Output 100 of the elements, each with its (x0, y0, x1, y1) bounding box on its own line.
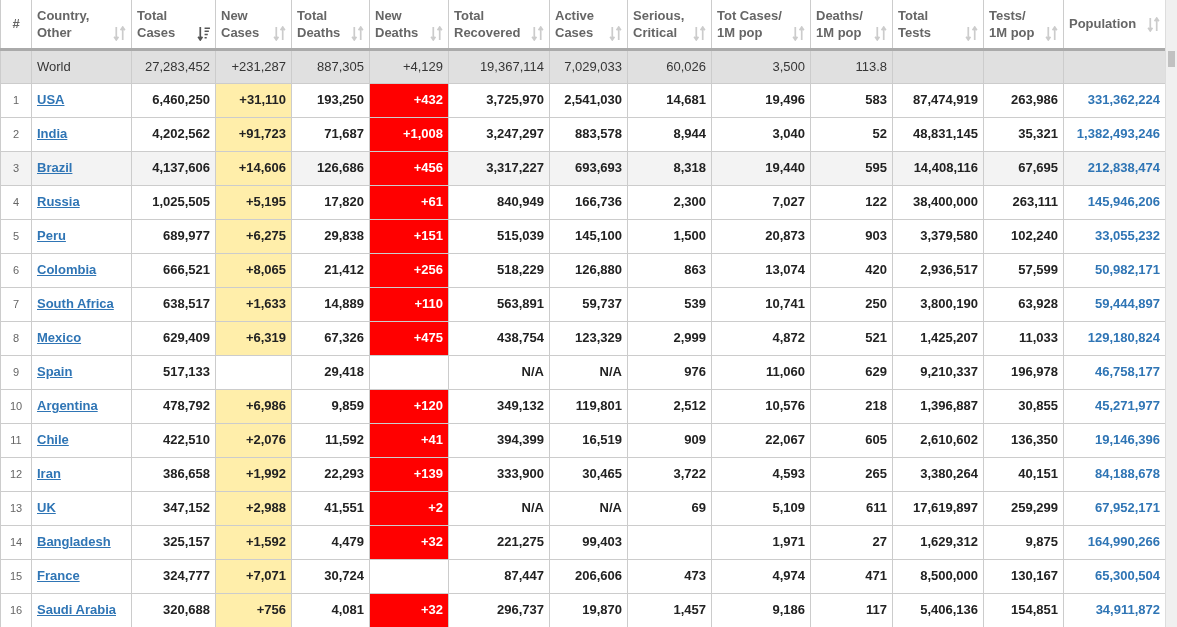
country-link[interactable]: India (37, 126, 68, 142)
table-value: 87,474,919 (912, 92, 978, 108)
column-header[interactable]: Total Tests (898, 6, 931, 41)
country-link[interactable]: South Africa (37, 296, 114, 312)
population-value: 67,952,171 (1094, 500, 1160, 516)
column-header[interactable]: Total Cases (137, 6, 176, 41)
table-value: 689,977 (163, 228, 210, 244)
row-number: 6 (12, 264, 20, 277)
table-value: 126,880 (575, 262, 622, 278)
population-value: 19,146,396 (1094, 432, 1160, 448)
new-deaths-cell: +456 (369, 151, 449, 185)
table-value: 638,517 (163, 296, 210, 312)
table-value: 3,800,190 (920, 296, 978, 312)
new-cases-cell: +6,275 (215, 219, 292, 253)
total-value: 27,283,452 (144, 58, 210, 74)
row-number: 13 (9, 502, 23, 515)
table-value: N/A (521, 500, 544, 516)
column-header[interactable]: Tot Cases/ 1M pop (717, 6, 782, 41)
table-value: 1,425,207 (920, 330, 978, 346)
new-deaths-cell: +432 (369, 83, 449, 117)
table-value: 883,578 (575, 126, 622, 142)
table-value: 2,999 (673, 330, 706, 346)
scrollbar[interactable] (1165, 0, 1177, 627)
country-link[interactable]: Russia (37, 194, 80, 210)
table-value: 4,137,606 (152, 160, 210, 176)
country-link[interactable]: Iran (37, 466, 61, 482)
country-link[interactable]: Peru (37, 228, 66, 244)
country-link[interactable]: UK (37, 500, 56, 516)
table-value: 324,777 (163, 568, 210, 584)
table-value: 221,275 (497, 534, 544, 550)
row-number: 1 (12, 94, 20, 107)
table-value: 394,399 (497, 432, 544, 448)
table-value: 471 (865, 568, 887, 584)
sort-icon[interactable] (197, 25, 210, 41)
table-value: 126,686 (317, 160, 364, 176)
column-header[interactable]: New Cases (221, 6, 260, 41)
total-value: 887,305 (317, 58, 364, 74)
country-link[interactable]: Brazil (37, 160, 73, 176)
table-value: 6,460,250 (152, 92, 210, 108)
country-link[interactable]: Spain (37, 364, 73, 380)
country-link[interactable]: Argentina (37, 398, 98, 414)
table-value: 1,971 (772, 534, 805, 550)
table-value: 35,321 (1018, 126, 1058, 142)
table-value: 333,900 (497, 466, 544, 482)
table-value: 29,418 (324, 364, 364, 380)
table-value: 13,074 (765, 262, 805, 278)
column-header[interactable]: New Deaths (375, 6, 419, 41)
table-value: 7,027 (772, 194, 805, 210)
country-link[interactable]: Colombia (37, 262, 97, 278)
column-header[interactable]: Population (1069, 15, 1137, 33)
table-value: 48,831,145 (912, 126, 978, 142)
column-header[interactable]: Tests/ 1M pop (989, 6, 1035, 41)
table-value: 349,132 (497, 398, 544, 414)
world-label: World (37, 58, 71, 74)
row-number: 5 (12, 230, 20, 243)
table-value: 17,820 (324, 194, 364, 210)
column-header[interactable]: # (12, 15, 20, 33)
table-value: 1,629,312 (920, 534, 978, 550)
table-value: 117 (866, 602, 887, 618)
country-link[interactable]: France (37, 568, 80, 584)
country-link[interactable]: Bangladesh (37, 534, 111, 550)
column-header[interactable]: Total Deaths (297, 6, 341, 41)
table-value: 296,737 (497, 602, 544, 618)
table-value: 422,510 (163, 432, 210, 448)
column-header[interactable]: Serious, Critical (633, 6, 685, 41)
population-value: 164,990,266 (1087, 534, 1160, 550)
table-value: 69 (691, 500, 706, 516)
country-link[interactable]: USA (37, 92, 65, 108)
new-cases-cell: +91,723 (215, 117, 292, 151)
table-value: 976 (684, 364, 706, 380)
table-value: 4,081 (331, 602, 364, 618)
table-value: 3,725,970 (486, 92, 544, 108)
table-value: 4,974 (772, 568, 805, 584)
table-value: 420 (865, 262, 887, 278)
population-value: 65,300,504 (1094, 568, 1160, 584)
table-value: 63,928 (1018, 296, 1058, 312)
table-value: 1,025,505 (152, 194, 210, 210)
table-value: 11,033 (1018, 330, 1058, 346)
column-header[interactable]: Country, Other (37, 6, 90, 41)
table-value: 250 (865, 296, 887, 312)
table-value: 11,060 (765, 364, 805, 380)
new-cases-cell: +5,195 (215, 185, 292, 219)
table-value: 145,100 (575, 228, 622, 244)
table-value: 57,599 (1018, 262, 1058, 278)
total-value: 113.8 (855, 58, 887, 74)
column-header[interactable]: Deaths/ 1M pop (816, 6, 863, 41)
country-link[interactable]: Saudi Arabia (37, 602, 116, 618)
column-header[interactable]: Active Cases (555, 6, 595, 41)
country-link[interactable]: Mexico (37, 330, 82, 346)
total-value: +4,129 (402, 58, 443, 74)
table-value: 19,440 (765, 160, 805, 176)
scrollbar-thumb[interactable] (1168, 51, 1175, 67)
country-link[interactable]: Chile (37, 432, 69, 448)
column-header[interactable]: Total Recovered (454, 6, 521, 41)
new-cases-cell: +1,633 (215, 287, 292, 321)
table-value: 154,851 (1011, 602, 1058, 618)
table-value: 666,521 (163, 262, 210, 278)
table-value: 2,936,517 (920, 262, 978, 278)
population-value: 59,444,897 (1094, 296, 1160, 312)
new-cases-cell: +6,986 (215, 389, 292, 423)
